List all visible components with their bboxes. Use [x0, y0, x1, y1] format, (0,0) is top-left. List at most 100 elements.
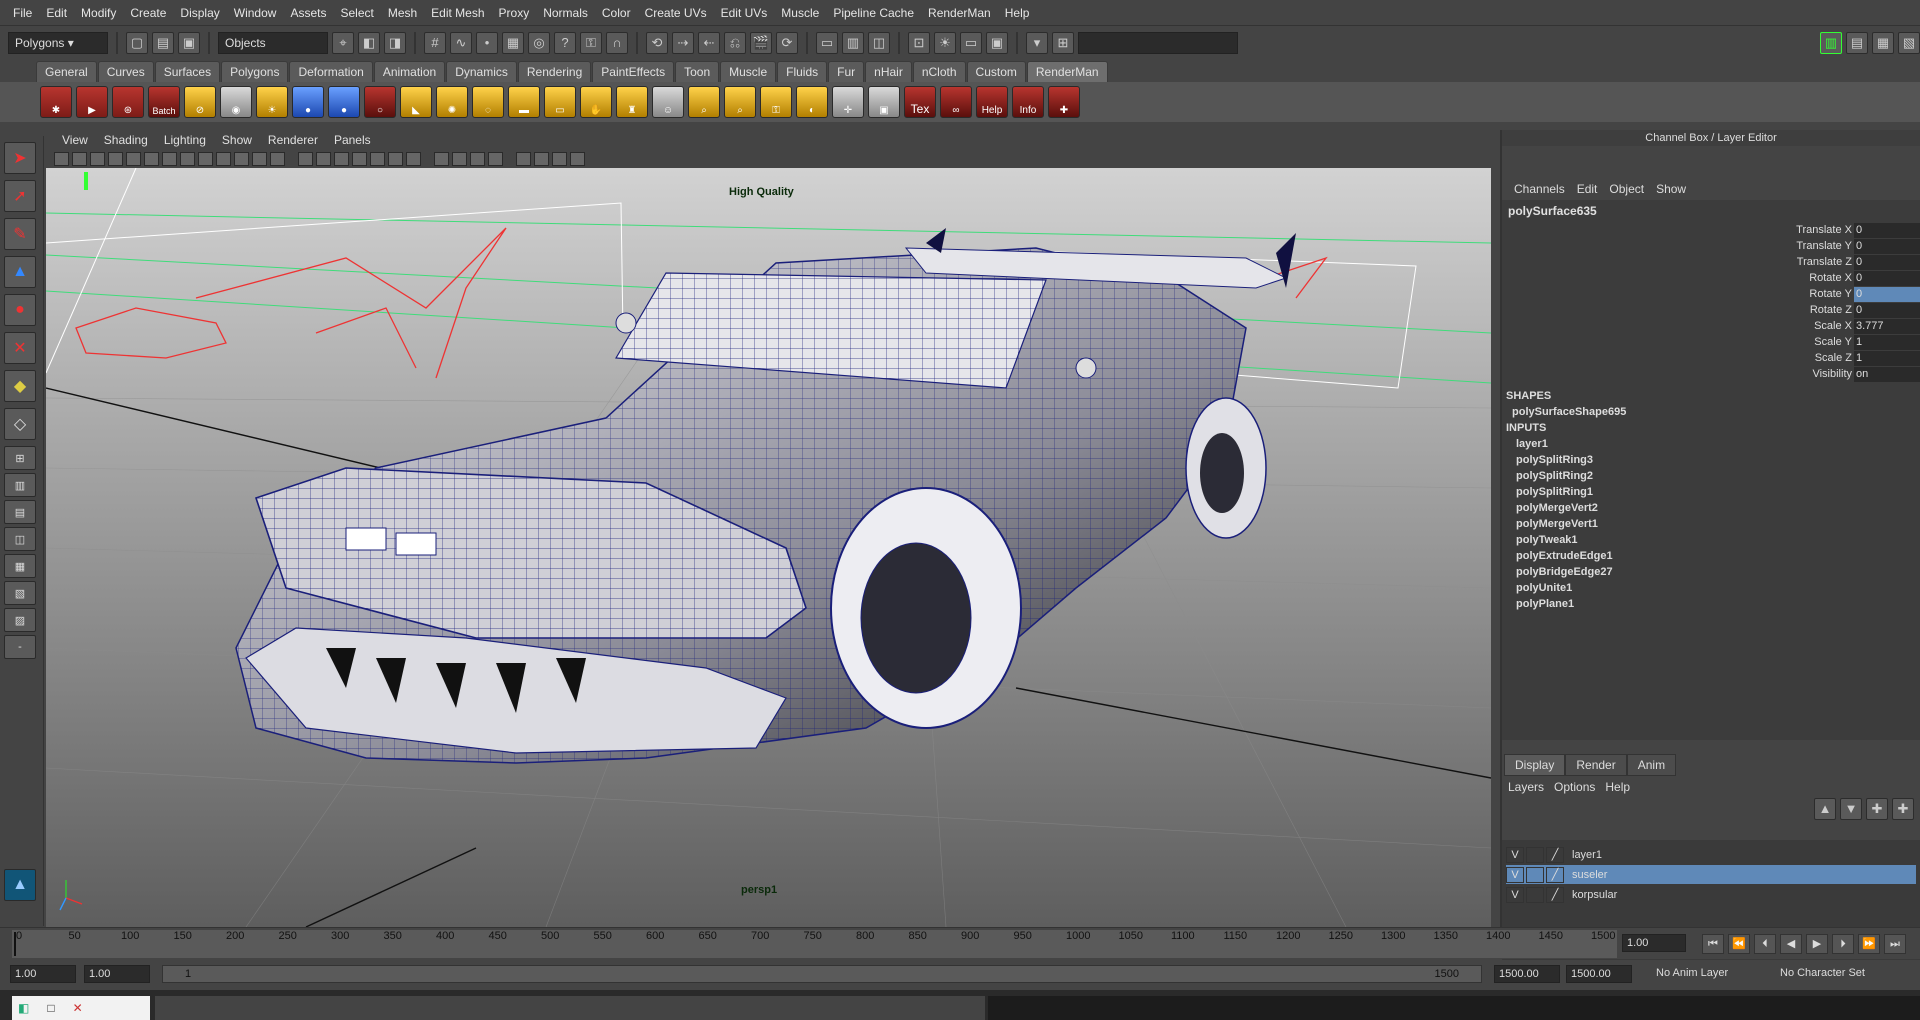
- hand-icon[interactable]: ✋: [580, 86, 612, 118]
- menu-edit-uvs[interactable]: Edit UVs: [714, 6, 775, 20]
- persp-outliner-icon[interactable]: ▥: [4, 473, 36, 497]
- wireframe-on-shaded-icon[interactable]: [334, 152, 349, 166]
- light-bulb-icon[interactable]: ☀: [256, 86, 288, 118]
- channel-row[interactable]: Scale Y1: [1502, 334, 1920, 350]
- go-to-start-icon[interactable]: ⏮: [1702, 934, 1724, 954]
- save-scene-icon[interactable]: ▣: [178, 32, 200, 54]
- input-node[interactable]: layer1: [1502, 436, 1920, 452]
- persp-hypergraph-icon[interactable]: ▧: [4, 581, 36, 605]
- step-forward-frame-icon[interactable]: ⏵: [1832, 934, 1854, 954]
- persp-trax-icon[interactable]: ▦: [4, 554, 36, 578]
- magnet-icon[interactable]: ∩: [606, 32, 628, 54]
- step-forward-key-icon[interactable]: ⏩: [1858, 934, 1880, 954]
- render-settings-icon[interactable]: ▭: [816, 32, 838, 54]
- channel-row[interactable]: Rotate Y0: [1502, 286, 1920, 302]
- shelf-tab-fluids[interactable]: Fluids: [777, 61, 828, 82]
- half-sphere-icon[interactable]: ◐: [796, 86, 828, 118]
- channel-row[interactable]: Translate Z0: [1502, 254, 1920, 270]
- xray-icon[interactable]: [516, 152, 531, 166]
- layer-playback-toggle[interactable]: [1526, 866, 1544, 883]
- shader-ball-icon[interactable]: ●: [328, 86, 360, 118]
- help-shelf-icon[interactable]: Help: [976, 86, 1008, 118]
- shelf-tab-curves[interactable]: Curves: [97, 61, 154, 82]
- go-to-end-icon[interactable]: ⏭: [1884, 934, 1906, 954]
- shelf-tab-deformation[interactable]: Deformation: [289, 61, 373, 82]
- menu-select[interactable]: Select: [333, 6, 380, 20]
- input-line-icon[interactable]: ▭: [960, 32, 982, 54]
- lasso-icon[interactable]: ○: [364, 86, 396, 118]
- output-ops-icon[interactable]: ⇠: [698, 32, 720, 54]
- more-layouts-icon[interactable]: -: [4, 635, 36, 659]
- layer-tab-render[interactable]: Render: [1565, 754, 1627, 776]
- tex-icon[interactable]: Tex: [904, 86, 936, 118]
- use-lights-icon[interactable]: [370, 152, 385, 166]
- camera-attributes-icon[interactable]: [72, 152, 87, 166]
- channel-row[interactable]: Translate Y0: [1502, 238, 1920, 254]
- lasso-tool-icon[interactable]: ➚: [4, 180, 36, 212]
- open-scene-icon[interactable]: ▤: [152, 32, 174, 54]
- new-scene-icon[interactable]: ▢: [126, 32, 148, 54]
- layer-row[interactable]: V ╱ suseler: [1506, 865, 1916, 884]
- menu-mesh[interactable]: Mesh: [381, 6, 424, 20]
- grease-pencil-icon[interactable]: [144, 152, 159, 166]
- menu-pipeline-cache[interactable]: Pipeline Cache: [826, 6, 921, 20]
- select-camera-icon[interactable]: [54, 152, 69, 166]
- viewport-menu-shading[interactable]: Shading: [96, 133, 156, 147]
- close-icon[interactable]: ✕: [73, 1001, 83, 1015]
- motion-blur-icon[interactable]: [434, 152, 449, 166]
- timeline-track[interactable]: 0 50 100 150 200 250 300 350 400 450 500 550 600 650 7…: [12, 930, 1617, 958]
- move-down-layer-icon[interactable]: ▼: [1840, 798, 1862, 820]
- layer-name[interactable]: layer1: [1566, 849, 1602, 861]
- field-chart-icon[interactable]: [234, 152, 249, 166]
- channel-box-icon[interactable]: ▧: [1898, 32, 1920, 54]
- outliner-graph-icon[interactable]: ▨: [4, 608, 36, 632]
- channel-value-field[interactable]: 1: [1854, 350, 1920, 366]
- hypershade-icon[interactable]: ▥: [842, 32, 864, 54]
- input-node[interactable]: polySplitRing3: [1502, 452, 1920, 468]
- shelf-tab-ncloth[interactable]: nCloth: [912, 61, 966, 82]
- menu-create-uvs[interactable]: Create UVs: [638, 6, 714, 20]
- selection-mode-dropdown[interactable]: Objects: [218, 32, 328, 54]
- channel-value-field[interactable]: on: [1854, 366, 1920, 382]
- viewport-menu-panels[interactable]: Panels: [326, 133, 379, 147]
- menu-normals[interactable]: Normals: [536, 6, 595, 20]
- tool-settings-icon[interactable]: ▦: [1872, 32, 1894, 54]
- snap-surface-icon[interactable]: ◎: [528, 32, 550, 54]
- menu-window[interactable]: Window: [227, 6, 284, 20]
- current-frame-field[interactable]: 1.00: [1622, 934, 1686, 952]
- layer-color-swatch[interactable]: ╱: [1546, 846, 1564, 863]
- select-object-icon[interactable]: ◧: [358, 32, 380, 54]
- smooth-shade-icon[interactable]: [316, 152, 331, 166]
- numeric-input-icon[interactable]: ▣: [986, 32, 1008, 54]
- menu-assets[interactable]: Assets: [283, 6, 333, 20]
- magnify-icon[interactable]: ⌕: [724, 86, 756, 118]
- ipr-icon[interactable]: ⊛: [112, 86, 144, 118]
- snapshot-icon[interactable]: ◫: [868, 32, 890, 54]
- playback-start-field[interactable]: 1.00: [84, 965, 150, 983]
- viewport-menu-lighting[interactable]: Lighting: [156, 133, 214, 147]
- menu-edit-mesh[interactable]: Edit Mesh: [424, 6, 491, 20]
- layer-menu-options[interactable]: Options: [1554, 780, 1595, 794]
- depth-of-field-icon[interactable]: [470, 152, 485, 166]
- four-view-icon[interactable]: ⊞: [4, 446, 36, 470]
- construction-history-icon[interactable]: ⎌: [724, 32, 746, 54]
- menu-edit[interactable]: Edit: [39, 6, 74, 20]
- gate-mask-icon[interactable]: [216, 152, 231, 166]
- channel-value-field[interactable]: 0: [1854, 222, 1920, 238]
- menu-color[interactable]: Color: [595, 6, 638, 20]
- eye-icon[interactable]: ◉: [220, 86, 252, 118]
- layer-menu-layers[interactable]: Layers: [1508, 780, 1544, 794]
- layer-playback-toggle[interactable]: [1526, 846, 1544, 863]
- cube-icon[interactable]: ▣: [868, 86, 900, 118]
- channel-row[interactable]: Rotate X0: [1502, 270, 1920, 286]
- xray-joints-icon[interactable]: [534, 152, 549, 166]
- stop-icon[interactable]: ⊘: [184, 86, 216, 118]
- image-plane-icon[interactable]: [108, 152, 123, 166]
- menu-proxy[interactable]: Proxy: [492, 6, 537, 20]
- new-layer-icon[interactable]: ✚: [1866, 798, 1888, 820]
- anti-aliasing-icon[interactable]: [452, 152, 467, 166]
- layer-name[interactable]: korpsular: [1566, 889, 1617, 901]
- history-icon[interactable]: ⟲: [646, 32, 668, 54]
- channel-row[interactable]: Scale X 3.777: [1502, 318, 1920, 334]
- restore-icon[interactable]: □: [47, 1001, 54, 1015]
